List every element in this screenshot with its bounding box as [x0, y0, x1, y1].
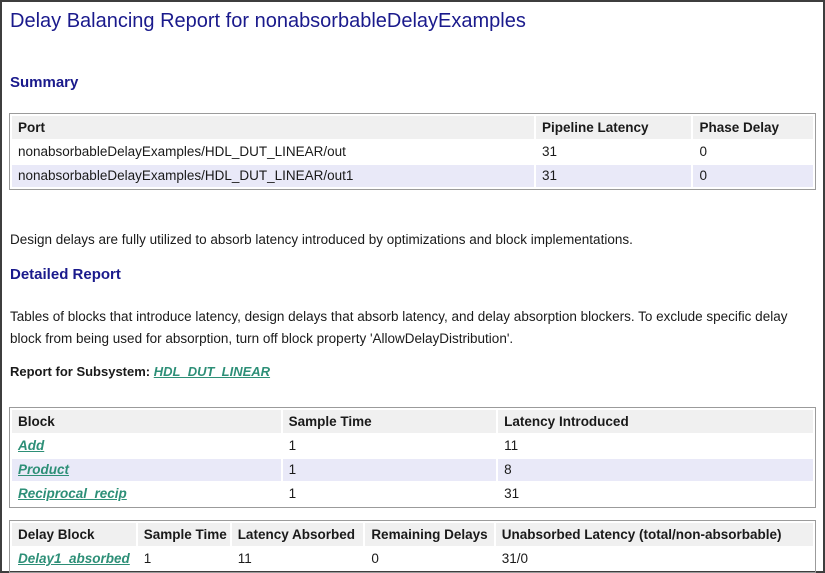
- latency-introduced-cell: 8: [498, 459, 813, 481]
- report-content: Delay Balancing Report for nonabsorbable…: [2, 9, 823, 573]
- blocks-table: Block Sample Time Latency Introduced Add…: [9, 407, 816, 508]
- column-header-latency-absorbed: Latency Absorbed: [232, 523, 364, 546]
- column-header-phase-delay: Phase Delay: [693, 116, 813, 139]
- phase-delay-cell: 0: [693, 165, 813, 187]
- sample-time-cell: 1: [283, 435, 497, 457]
- delay-block-cell: Delay1_absorbed: [12, 548, 136, 570]
- port-cell: nonabsorbableDelayExamples/HDL_DUT_LINEA…: [12, 165, 534, 187]
- block-cell: Reciprocal_recip: [12, 483, 281, 505]
- summary-note: Design delays are fully utilized to abso…: [10, 231, 816, 248]
- port-cell: nonabsorbableDelayExamples/HDL_DUT_LINEA…: [12, 141, 534, 163]
- column-header-port: Port: [12, 116, 534, 139]
- detailed-description: Tables of blocks that introduce latency,…: [10, 306, 816, 350]
- block-link-product[interactable]: Product: [18, 462, 69, 477]
- table-row: nonabsorbableDelayExamples/HDL_DUT_LINEA…: [12, 165, 813, 187]
- latency-introduced-cell: 11: [498, 435, 813, 457]
- table-row: Reciprocal_recip 1 31: [12, 483, 813, 505]
- column-header-remaining-delays: Remaining Delays: [365, 523, 493, 546]
- pipeline-latency-cell: 31: [536, 141, 691, 163]
- column-header-sample-time: Sample Time: [138, 523, 230, 546]
- table-row: nonabsorbableDelayExamples/HDL_DUT_LINEA…: [12, 141, 813, 163]
- phase-delay-cell: 0: [693, 141, 813, 163]
- detailed-report-heading: Detailed Report: [10, 267, 816, 283]
- remaining-delays-cell: 0: [365, 548, 493, 570]
- latency-absorbed-cell: 11: [232, 548, 364, 570]
- delay-block-link-delay1-absorbed[interactable]: Delay1_absorbed: [18, 551, 130, 566]
- column-header-unabsorbed-latency: Unabsorbed Latency (total/non-absorbable…: [496, 523, 813, 546]
- block-cell: Product: [12, 459, 281, 481]
- table-row: Product 1 8: [12, 459, 813, 481]
- page-title: Delay Balancing Report for nonabsorbable…: [10, 9, 816, 33]
- delay-table-header-row: Delay Block Sample Time Latency Absorbed…: [12, 523, 813, 546]
- summary-table-header-row: Port Pipeline Latency Phase Delay: [12, 116, 813, 139]
- table-row: Add 1 11: [12, 435, 813, 457]
- latency-introduced-cell: 31: [498, 483, 813, 505]
- column-header-delay-block: Delay Block: [12, 523, 136, 546]
- sample-time-cell: 1: [283, 483, 497, 505]
- sample-time-cell: 1: [138, 548, 230, 570]
- block-cell: Add: [12, 435, 281, 457]
- column-header-block: Block: [12, 410, 281, 433]
- block-link-add[interactable]: Add: [18, 438, 44, 453]
- delay-blocks-table: Delay Block Sample Time Latency Absorbed…: [9, 520, 816, 573]
- column-header-sample-time: Sample Time: [283, 410, 497, 433]
- unabsorbed-latency-cell: 31/0: [496, 548, 813, 570]
- column-header-pipeline-latency: Pipeline Latency: [536, 116, 691, 139]
- subsystem-link[interactable]: HDL_DUT_LINEAR: [154, 364, 270, 379]
- summary-heading: Summary: [10, 75, 816, 91]
- blocks-table-header-row: Block Sample Time Latency Introduced: [12, 410, 813, 433]
- summary-table: Port Pipeline Latency Phase Delay nonabs…: [9, 113, 816, 190]
- block-link-reciprocal-recip[interactable]: Reciprocal_recip: [18, 486, 127, 501]
- column-header-latency-introduced: Latency Introduced: [498, 410, 813, 433]
- subsystem-label: Report for Subsystem:: [10, 364, 154, 379]
- report-page: { "page": { "title": "Delay Balancing Re…: [0, 0, 825, 573]
- sample-time-cell: 1: [283, 459, 497, 481]
- subsystem-line: Report for Subsystem: HDL_DUT_LINEAR: [10, 364, 816, 380]
- pipeline-latency-cell: 31: [536, 165, 691, 187]
- table-row: Delay1_absorbed 1 11 0 31/0: [12, 548, 813, 570]
